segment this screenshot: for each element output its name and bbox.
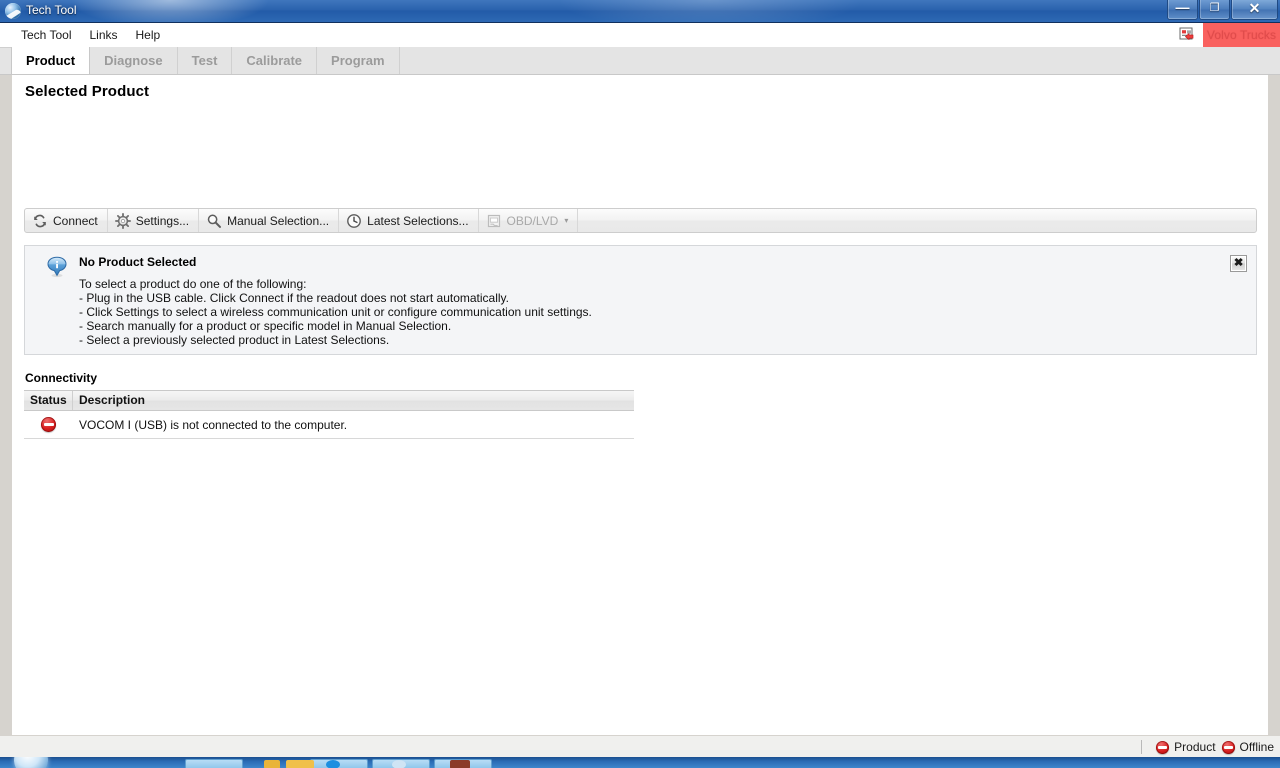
refresh-arrows-icon (32, 213, 48, 229)
connect-button[interactable]: Connect (25, 209, 108, 232)
row-status-cell (24, 417, 73, 432)
tab-strip: Product Diagnose Test Calibrate Program (0, 47, 1280, 75)
status-bar-separator (1141, 740, 1143, 754)
connect-button-label: Connect (53, 213, 98, 228)
menu-items: Tech Tool Links Help (12, 23, 169, 47)
chevron-down-icon: ▾ (564, 215, 569, 225)
info-balloon-icon (46, 255, 68, 281)
page-title: Selected Product (25, 83, 150, 100)
taskbar-item[interactable] (185, 759, 243, 768)
maximize-button[interactable]: ❐ (1199, 0, 1230, 20)
info-panel: No Product Selected To select a product … (24, 245, 1257, 355)
tab-diagnose[interactable]: Diagnose (90, 47, 178, 74)
obd-lvd-button[interactable]: OBD/LVD ▾ (479, 209, 579, 232)
minimize-button[interactable]: — (1167, 0, 1198, 20)
info-line-4: - Select a previously selected product i… (79, 333, 390, 347)
title-bar-glow-secondary (560, 0, 860, 22)
magnifier-icon (206, 213, 222, 229)
gear-icon (114, 212, 131, 229)
taskbar-icon[interactable] (392, 760, 406, 768)
status-badge-product-label: Product (1174, 740, 1216, 754)
manual-selection-button[interactable]: Manual Selection... (199, 209, 340, 232)
tab-strip-filler (399, 47, 1280, 74)
toolbar-empty-area (578, 209, 1256, 232)
latest-selections-button-label: Latest Selections... (367, 213, 469, 228)
maximize-icon: ❐ (1209, 2, 1220, 14)
info-panel-close-button[interactable]: ✖ (1230, 255, 1247, 272)
application-window: Tech Tool — ❐ ✕ Tech Tool Links Help Vol… (0, 0, 1280, 758)
app-icon (5, 3, 21, 19)
status-badge-offline[interactable]: Offline (1221, 740, 1274, 754)
manual-selection-button-label: Manual Selection... (227, 213, 330, 228)
window-controls: — ❐ ✕ (1166, 0, 1278, 20)
os-taskbar (0, 757, 1280, 768)
status-badge-product[interactable]: Product (1156, 740, 1216, 754)
window-title: Tech Tool (26, 3, 77, 17)
tab-program[interactable]: Program (317, 47, 400, 74)
status-badge-offline-label: Offline (1239, 740, 1274, 754)
row-description-cell: VOCOM I (USB) is not connected to the co… (79, 417, 348, 432)
taskbar-icon[interactable] (286, 760, 314, 768)
brand-badge[interactable]: Volvo Trucks (1203, 23, 1280, 47)
info-panel-body: To select a product do one of the follow… (79, 277, 592, 347)
clock-icon (346, 213, 362, 229)
tab-product[interactable]: Product (11, 47, 91, 74)
settings-button[interactable]: Settings... (108, 209, 200, 232)
tab-calibrate[interactable]: Calibrate (232, 47, 318, 74)
error-no-entry-icon (1221, 740, 1235, 754)
info-line-3: - Search manually for a product or speci… (79, 319, 452, 333)
taskbar-icon[interactable] (450, 760, 470, 768)
info-line-2: - Click Settings to select a wireless co… (79, 305, 592, 319)
connectivity-table: Status Description VOCOM I (USB) is not … (24, 390, 634, 439)
content-area: Selected Product Connect Settings... Man… (12, 75, 1268, 746)
status-bar-right: Product Offline (1139, 736, 1274, 758)
obd-connector-icon (486, 213, 502, 229)
column-header-status[interactable]: Status (24, 391, 73, 410)
obd-lvd-button-label: OBD/LVD (506, 213, 559, 228)
connectivity-label: Connectivity (25, 371, 98, 385)
menu-tech-tool[interactable]: Tech Tool (12, 25, 80, 46)
menu-help[interactable]: Help (127, 25, 170, 46)
latest-selections-button[interactable]: Latest Selections... (339, 209, 479, 232)
status-bar: Product Offline (0, 735, 1280, 757)
product-toolbar: Connect Settings... Manual Selection... … (24, 208, 1257, 233)
error-no-entry-icon (1156, 740, 1170, 754)
info-line-0: To select a product do one of the follow… (79, 277, 307, 291)
table-row[interactable]: VOCOM I (USB) is not connected to the co… (24, 411, 634, 439)
connectivity-table-header: Status Description (24, 390, 634, 411)
info-panel-heading: No Product Selected (79, 255, 197, 269)
taskbar-icon[interactable] (264, 760, 280, 768)
menu-bar-right: Volvo Trucks (1177, 23, 1280, 47)
info-line-1: - Plug in the USB cable. Click Connect i… (79, 291, 509, 305)
app-icon-swoosh (5, 8, 21, 19)
window-body: Selected Product Connect Settings... Man… (0, 75, 1280, 758)
page-with-arrow-icon[interactable] (1177, 26, 1199, 44)
settings-button-label: Settings... (135, 213, 190, 228)
close-icon: ✖ (1233, 257, 1244, 269)
taskbar-icon[interactable] (326, 760, 340, 768)
menu-bar: Tech Tool Links Help Volvo Trucks (0, 23, 1280, 48)
close-button[interactable]: ✕ (1231, 0, 1278, 20)
menu-links[interactable]: Links (80, 25, 126, 46)
title-bar-glow (70, 0, 270, 22)
error-no-entry-icon (41, 417, 56, 432)
minimize-icon: — (1175, 0, 1190, 15)
column-header-description[interactable]: Description (73, 391, 634, 410)
start-orb-icon[interactable] (14, 757, 48, 768)
title-bar: Tech Tool — ❐ ✕ (0, 0, 1280, 23)
tab-test[interactable]: Test (177, 47, 233, 74)
close-icon: ✕ (1248, 0, 1261, 16)
